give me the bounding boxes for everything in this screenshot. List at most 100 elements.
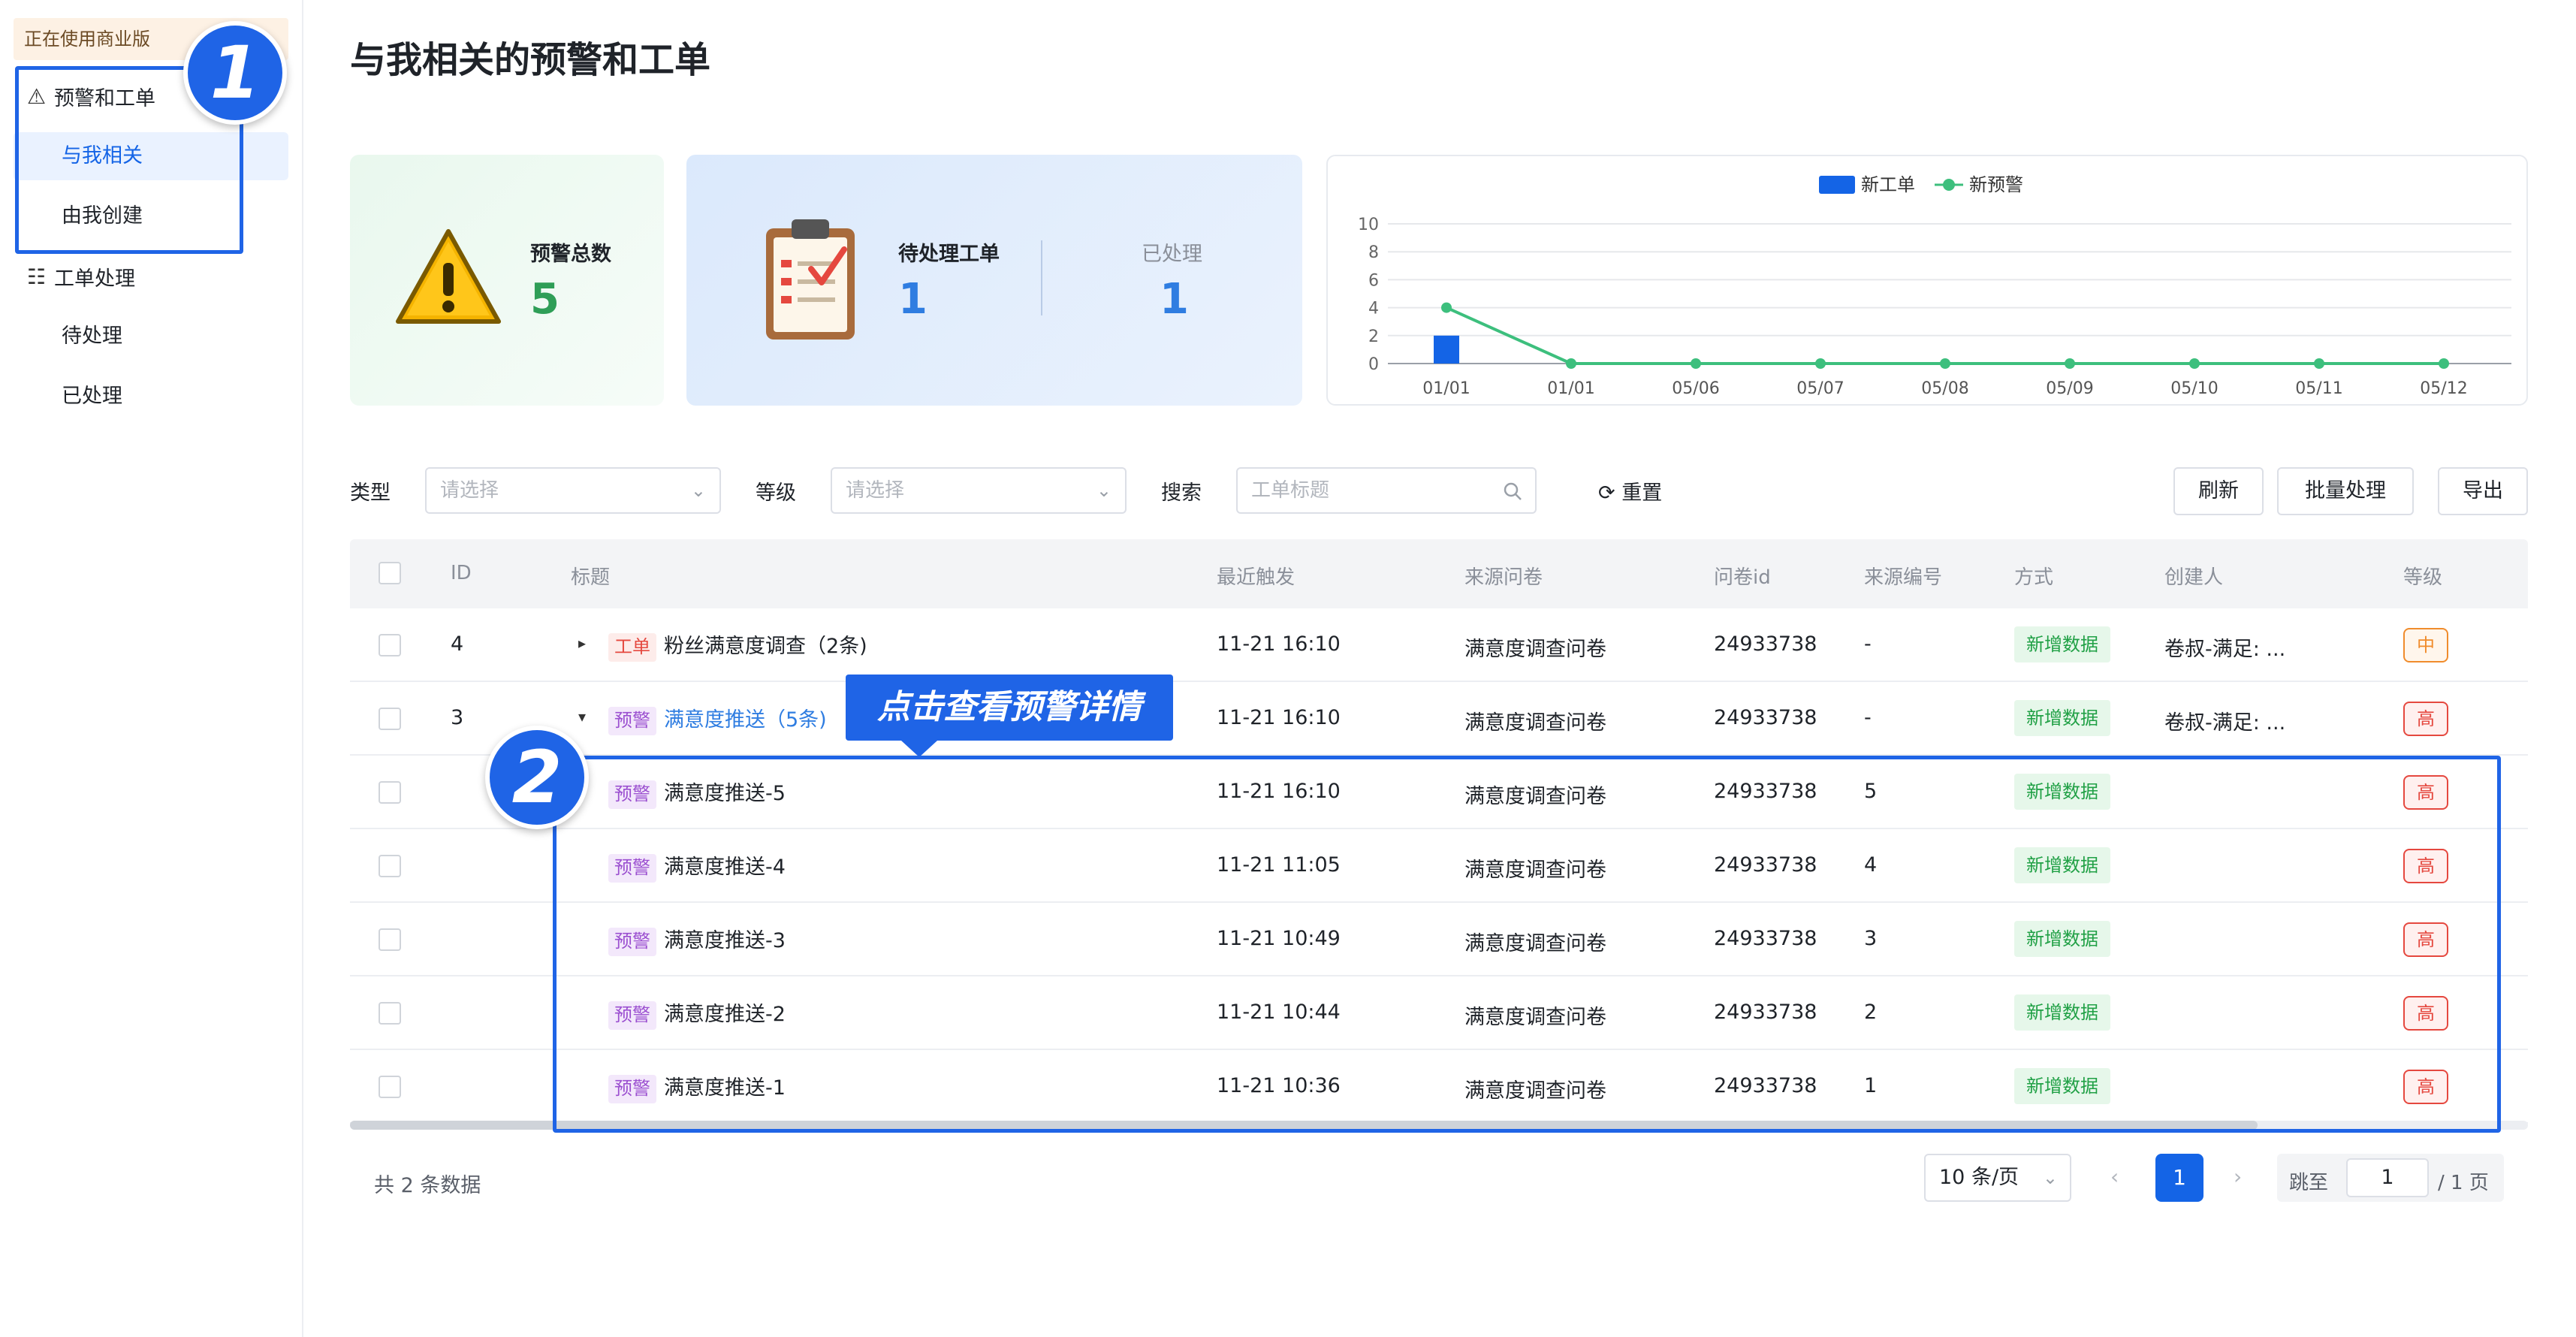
- alerts-total-value: 5: [530, 275, 560, 324]
- th-creator: 创建人: [2164, 566, 2224, 589]
- legend-swatch-dot: [1943, 179, 1955, 191]
- line-point: [1815, 358, 1826, 369]
- cell-title[interactable]: 预警 满意度推送-4: [608, 850, 786, 883]
- row-checkbox[interactable]: [379, 708, 401, 730]
- cell-title[interactable]: 预警 满意度推送（5条): [608, 703, 827, 735]
- row-checkbox[interactable]: [379, 634, 401, 656]
- level-badge: 高: [2403, 775, 2448, 810]
- search-icon: [1504, 482, 1522, 500]
- table-row-child[interactable]: 预警 满意度推送-1 11-21 10:36 满意度调查问卷 24933738 1…: [350, 1050, 2528, 1124]
- row-checkbox[interactable]: [379, 1076, 401, 1098]
- cell-questionnaire-id: 24933738: [1714, 853, 1817, 877]
- page-size-select[interactable]: 10 条/页 ⌄: [1924, 1154, 2071, 1202]
- th-method: 方式: [2014, 566, 2054, 589]
- line-point: [2065, 358, 2075, 369]
- reset-button[interactable]: ⟳ 重置: [1598, 476, 1662, 506]
- y-tick-label: 2: [1368, 327, 1379, 346]
- search-input[interactable]: 工单标题: [1236, 467, 1537, 514]
- cell-source-number: 3: [1864, 927, 1878, 950]
- cell-title[interactable]: 工单 粉丝满意度调查（2条): [608, 629, 867, 662]
- title-text: 满意度推送-4: [664, 856, 786, 879]
- type-tag: 预警: [608, 1074, 656, 1103]
- alerts-total-card: 预警总数 5: [350, 155, 664, 406]
- title-text: 满意度推送-5: [664, 782, 786, 805]
- jump-page-input[interactable]: 1: [2346, 1158, 2429, 1197]
- level-badge: 高: [2403, 702, 2448, 736]
- cell-title[interactable]: 预警 满意度推送-2: [608, 997, 786, 1030]
- level-badge: 高: [2403, 849, 2448, 883]
- table-row-child[interactable]: 预警 满意度推送-4 11-21 11:05 满意度调查问卷 24933738 4…: [350, 829, 2528, 903]
- alerts-total-label: 预警总数: [530, 243, 611, 266]
- export-button[interactable]: 导出: [2438, 467, 2528, 515]
- refresh-button[interactable]: 刷新: [2173, 467, 2264, 515]
- table-row-child[interactable]: 预警 满意度推送-3 11-21 10:49 满意度调查问卷 24933738 3…: [350, 903, 2528, 976]
- cell-source: 满意度调查问卷: [1464, 859, 1606, 882]
- table-row[interactable]: 4 ▸ 工单 粉丝满意度调查（2条) 11-21 16:10 满意度调查问卷 24…: [350, 608, 2528, 682]
- cell-last-trigger: 11-21 16:10: [1217, 780, 1341, 803]
- table-row[interactable]: 3 ▾ 预警 满意度推送（5条) 11-21 16:10 满意度调查问卷 2493…: [350, 682, 2528, 756]
- cell-title[interactable]: 预警 满意度推送-3: [608, 924, 786, 956]
- nav-group-label: 预警和工单: [54, 86, 155, 110]
- pending-value: 1: [898, 275, 928, 324]
- type-tag: 预警: [608, 706, 656, 735]
- type-filter-label: 类型: [350, 481, 391, 505]
- search-placeholder: 工单标题: [1251, 479, 1330, 502]
- select-all-checkbox[interactable]: [379, 562, 401, 584]
- line-point: [1691, 358, 1701, 369]
- row-checkbox[interactable]: [379, 928, 401, 951]
- level-select[interactable]: 请选择 ⌄: [831, 467, 1127, 514]
- cell-last-trigger: 11-21 16:10: [1217, 632, 1341, 656]
- type-tag: 工单: [608, 632, 656, 662]
- x-tick-label: 05/07: [1796, 379, 1844, 398]
- nav-group-label: 工单处理: [54, 267, 135, 291]
- page-1-button[interactable]: 1: [2155, 1154, 2203, 1202]
- next-page-icon[interactable]: ›: [2234, 1164, 2242, 1189]
- type-tag: 预警: [608, 780, 656, 809]
- batch-process-button[interactable]: 批量处理: [2277, 467, 2414, 515]
- cell-title[interactable]: 预警 满意度推送-5: [608, 777, 786, 809]
- title-text: 满意度推送-2: [664, 1003, 786, 1026]
- table-row-child[interactable]: 预警 满意度推送-2 11-21 10:44 满意度调查问卷 24933738 2…: [350, 976, 2528, 1050]
- sidebar-item-pending[interactable]: 待处理: [14, 312, 288, 361]
- line-point: [2314, 358, 2324, 369]
- annotation-badge-2: 2: [485, 726, 589, 829]
- cell-source-number: 4: [1864, 853, 1878, 877]
- title-text: 满意度推送-3: [664, 929, 786, 952]
- sidebar-item-processed[interactable]: 已处理: [14, 373, 288, 421]
- cell-source-number: -: [1864, 632, 1872, 656]
- chevron-down-icon: ⌄: [690, 480, 706, 501]
- row-checkbox[interactable]: [379, 855, 401, 877]
- table-header: ID 标题 最近触发 来源问卷 问卷id 来源编号 方式 创建人 等级: [350, 539, 2528, 608]
- cell-id: 4: [451, 632, 464, 656]
- processed-label: 已处理: [1142, 243, 1202, 266]
- th-title: 标题: [571, 566, 611, 589]
- sidebar-item-related-to-me[interactable]: 与我相关: [14, 132, 288, 180]
- search-label: 搜索: [1161, 481, 1202, 505]
- level-badge: 高: [2403, 1070, 2448, 1104]
- cell-last-trigger: 11-21 16:10: [1217, 706, 1341, 729]
- cell-last-trigger: 11-21 10:44: [1217, 1000, 1341, 1024]
- x-tick-label: 05/08: [1921, 379, 1968, 398]
- caret-right-icon[interactable]: ▸: [578, 634, 586, 652]
- x-tick-label: 05/10: [2170, 379, 2218, 398]
- row-checkbox[interactable]: [379, 781, 401, 804]
- horizontal-scrollbar[interactable]: [350, 1121, 2528, 1130]
- row-checkbox[interactable]: [379, 1002, 401, 1025]
- scrollbar-thumb[interactable]: [350, 1121, 2258, 1130]
- method-tag: 新增数据: [2014, 1068, 2110, 1104]
- title-text: 满意度推送（5条): [664, 708, 827, 732]
- task-list-icon: ☷: [27, 264, 47, 289]
- jump-label: 跳至: [2289, 1172, 2329, 1194]
- sidebar-item-created-by-me[interactable]: 由我创建: [14, 192, 288, 240]
- cell-source-number: 1: [1864, 1074, 1878, 1097]
- caret-down-icon[interactable]: ▾: [578, 708, 586, 726]
- cell-questionnaire-id: 24933738: [1714, 780, 1817, 803]
- prev-page-icon[interactable]: ‹: [2110, 1164, 2119, 1189]
- cell-questionnaire-id: 24933738: [1714, 1000, 1817, 1024]
- table-row-child[interactable]: 预警 满意度推送-5 11-21 16:10 满意度调查问卷 24933738 5…: [350, 756, 2528, 829]
- nav-group-workorders[interactable]: ☷ 工单处理: [0, 246, 303, 306]
- type-select[interactable]: 请选择 ⌄: [425, 467, 721, 514]
- x-tick-label: 05/11: [2295, 379, 2342, 398]
- annotation-callout: 点击查看预警详情: [846, 675, 1173, 741]
- cell-title[interactable]: 预警 满意度推送-1: [608, 1071, 786, 1103]
